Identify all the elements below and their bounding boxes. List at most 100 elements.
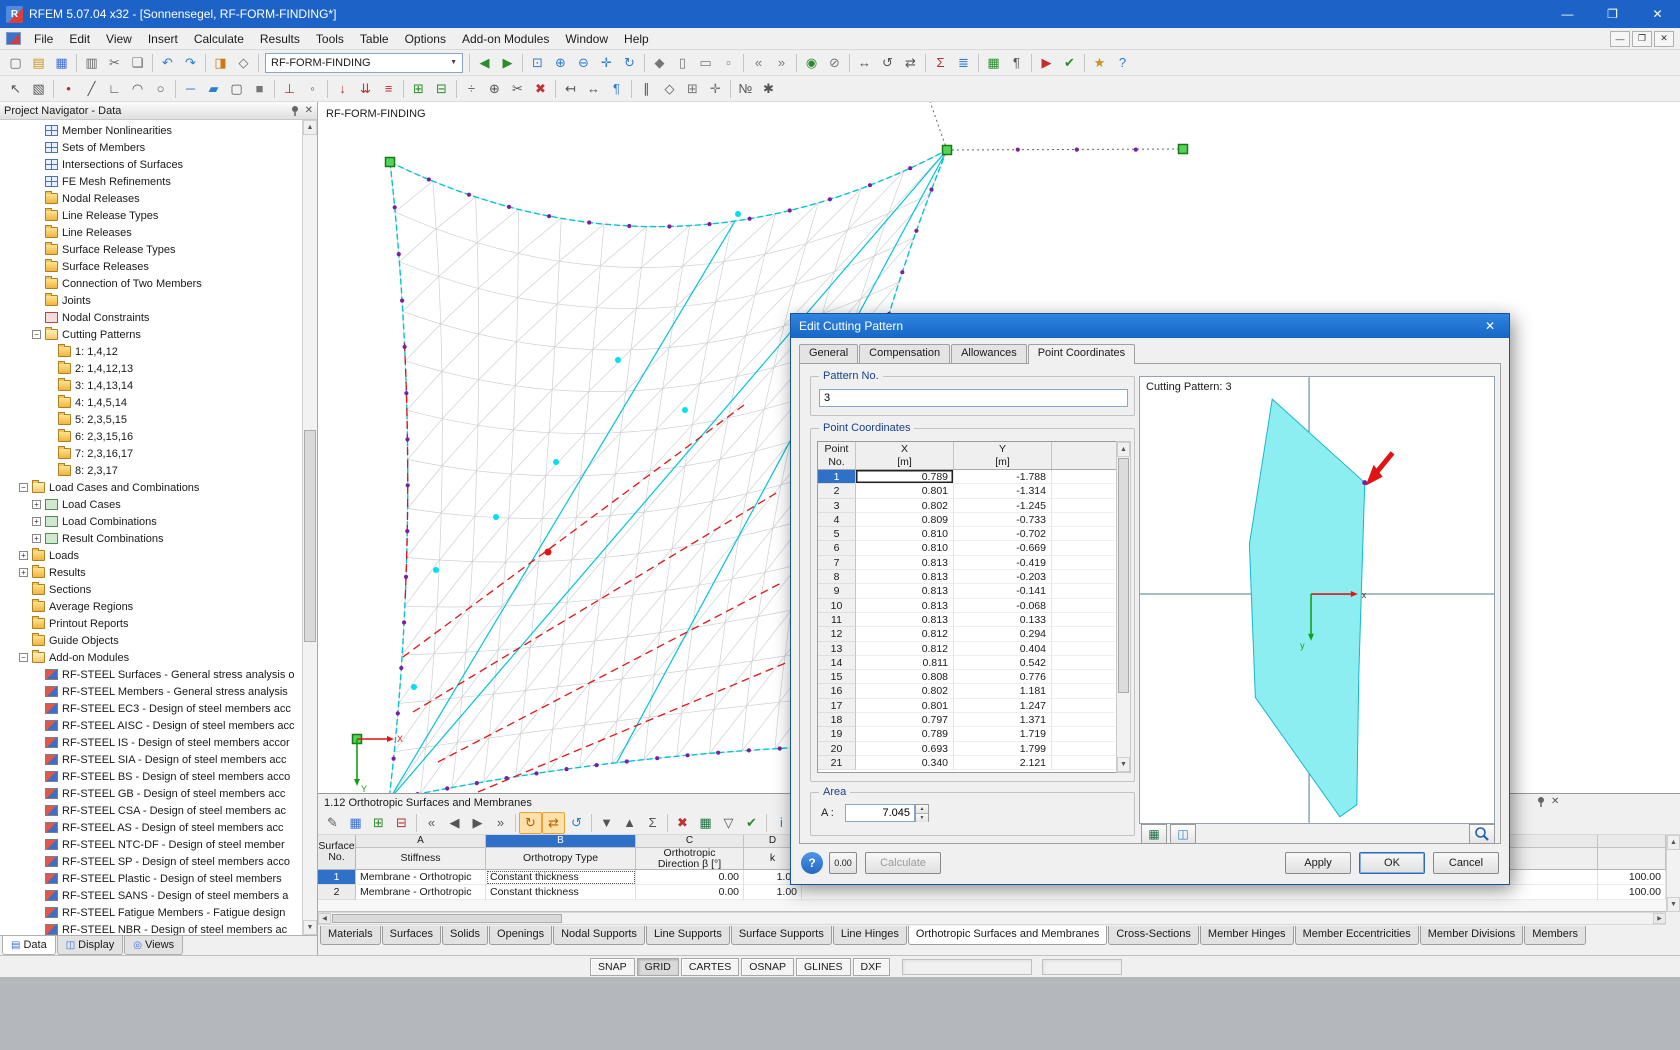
menu-results[interactable]: Results (252, 29, 308, 49)
x-value-cell[interactable]: 0.813 (856, 570, 954, 584)
cell[interactable]: Constant thickness (486, 870, 636, 885)
isometric-view-button[interactable]: ◆ (648, 52, 671, 74)
numbering-button[interactable]: № (734, 78, 757, 100)
row-number-cell[interactable]: 20 (818, 742, 856, 756)
view-in-z-button[interactable]: ▫ (717, 52, 740, 74)
select-arrow-button[interactable]: ↖ (4, 78, 27, 100)
tree-item-5-2-3-5-15[interactable]: 5: 2,3,5,15 (0, 411, 302, 428)
sync-selection-button[interactable]: ↻ (519, 812, 542, 834)
expand-icon[interactable]: + (32, 534, 41, 543)
tree-item-load-cases[interactable]: +Load Cases (0, 496, 302, 513)
delete-row-button[interactable]: ⊟ (390, 812, 413, 834)
cancel-button[interactable]: Cancel (1433, 852, 1499, 874)
x-value-cell[interactable]: 0.812 (856, 642, 954, 656)
dialog-help-button[interactable]: ? (801, 852, 823, 874)
start-calculation-button[interactable]: ▶ (1035, 52, 1058, 74)
dialog-tab-point-coordinates[interactable]: Point Coordinates (1028, 344, 1135, 364)
dialog-tab-general[interactable]: General (799, 344, 858, 363)
spin-down-icon[interactable]: ▼ (916, 814, 928, 822)
row-number-cell[interactable]: 5 (818, 527, 856, 541)
last-row-button[interactable]: » (489, 812, 512, 834)
navigator-tab-data[interactable]: ▤Data (2, 936, 56, 955)
tree-item-rf-steel-sp-design-of-steel-members-acco[interactable]: RF-STEEL SP - Design of steel members ac… (0, 853, 302, 870)
table-tab-orthotropic-surfaces-and-membranes[interactable]: Orthotropic Surfaces and Membranes (908, 926, 1107, 945)
insert-opening-button[interactable]: ▢ (225, 78, 248, 100)
point-row-13[interactable]: 130.8120.404 (818, 642, 1117, 656)
y-value-cell[interactable]: 0.133 (954, 613, 1052, 627)
menu-help[interactable]: Help (616, 29, 657, 49)
point-row-17[interactable]: 170.8011.247 (818, 699, 1117, 713)
dialog-tab-compensation[interactable]: Compensation (859, 344, 950, 363)
calculate-button[interactable]: Calculate (865, 852, 941, 874)
status-toggle-snap[interactable]: SNAP (590, 958, 635, 976)
y-value-cell[interactable]: -0.203 (954, 570, 1052, 584)
insert-polyline-button[interactable]: ∟ (103, 78, 126, 100)
navigator-tab-display[interactable]: ◫Display (57, 936, 124, 955)
table-tab-materials[interactable]: Materials (320, 926, 381, 945)
comment-button[interactable]: ¶ (605, 78, 628, 100)
close-button[interactable]: ✕ (1635, 0, 1680, 28)
tree-item-load-combinations[interactable]: +Load Combinations (0, 513, 302, 530)
tree-item-printout-reports[interactable]: Printout Reports (0, 615, 302, 632)
point-coordinates-table[interactable]: PointNo.X[m]Y[m]10.789-1.78820.801-1.314… (817, 441, 1118, 773)
line-hinge-button[interactable]: ◦ (301, 78, 324, 100)
point-row-11[interactable]: 110.8130.133 (818, 613, 1117, 627)
new-model-button[interactable]: ▢ (4, 52, 27, 74)
column-letter-a[interactable]: A (356, 835, 486, 848)
tree-item-surface-releases[interactable]: Surface Releases (0, 258, 302, 275)
insert-row-button[interactable]: ⊞ (367, 812, 390, 834)
tree-item-3-1-4-13-14[interactable]: 3: 1,4,13,14 (0, 377, 302, 394)
mdi-restore-button[interactable]: ❐ (1632, 31, 1652, 47)
tree-item-rf-steel-sans-design-of-steel-members-a[interactable]: RF-STEEL SANS - Design of steel members … (0, 887, 302, 904)
next-view-button[interactable]: » (770, 52, 793, 74)
x-value-cell[interactable]: 0.802 (856, 684, 954, 698)
table-tab-member-divisions[interactable]: Member Divisions (1420, 926, 1523, 945)
dialog-close-icon[interactable]: ✕ (1479, 319, 1501, 333)
snap-settings-button[interactable]: ✛ (704, 78, 727, 100)
tree-item-average-regions[interactable]: Average Regions (0, 598, 302, 615)
undo-button[interactable]: ↶ (156, 52, 179, 74)
rotate-view-button[interactable]: ↻ (618, 52, 641, 74)
maximize-button[interactable]: ❐ (1590, 0, 1635, 28)
status-toggle-cartes[interactable]: CARTES (681, 958, 739, 976)
table-view-button[interactable]: ▦ (344, 812, 367, 834)
zoom-out-button[interactable]: ⊖ (572, 52, 595, 74)
tree-item-rf-steel-as-design-of-steel-members-acc[interactable]: RF-STEEL AS - Design of steel members ac… (0, 819, 302, 836)
status-toggle-grid[interactable]: GRID (637, 958, 679, 976)
table-horizontal-scrollbar[interactable]: ◀ ▶ (318, 912, 1666, 925)
x-value-cell[interactable]: 0.789 (856, 470, 954, 484)
dialog-title-bar[interactable]: Edit Cutting Pattern ✕ (791, 314, 1509, 338)
tree-item-2-1-4-12-13[interactable]: 2: 1,4,12,13 (0, 360, 302, 377)
status-toggle-dxf[interactable]: DXF (853, 958, 890, 976)
nav-forward-button[interactable]: ▶ (496, 52, 519, 74)
collapse-icon[interactable]: − (19, 653, 28, 662)
preview-export-button[interactable]: ▦ (1141, 824, 1167, 844)
table-scrollbar[interactable]: ▲ ▼ (1116, 441, 1131, 773)
y-value-cell[interactable]: -0.419 (954, 556, 1052, 570)
previous-view-button[interactable]: « (747, 52, 770, 74)
export-excel-button[interactable]: ▦ (694, 812, 717, 834)
tree-item-rf-steel-fatigue-members-fatigue-design[interactable]: RF-STEEL Fatigue Members - Fatigue desig… (0, 904, 302, 921)
point-row-2[interactable]: 20.801-1.314 (818, 484, 1117, 498)
y-value-cell[interactable]: 0.776 (954, 670, 1052, 684)
calculation-button[interactable]: Σ (929, 52, 952, 74)
menu-calculate[interactable]: Calculate (186, 29, 252, 49)
y-value-cell[interactable]: -1.245 (954, 499, 1052, 513)
table-tab-nodal-supports[interactable]: Nodal Supports (553, 926, 645, 945)
minimize-button[interactable]: — (1545, 0, 1590, 28)
dialog-tab-allowances[interactable]: Allowances (951, 344, 1027, 363)
tree-item-rf-steel-nbr-design-of-steel-members-ac[interactable]: RF-STEEL NBR - Design of steel members a… (0, 921, 302, 935)
y-value-cell[interactable]: -0.669 (954, 541, 1052, 555)
tree-item-rf-steel-ntc-df-design-of-steel-member[interactable]: RF-STEEL NTC-DF - Design of steel member (0, 836, 302, 853)
decimal-places-button[interactable]: 0.00 (829, 852, 857, 874)
row-number-cell[interactable]: 8 (818, 570, 856, 584)
area-spinner[interactable]: ▲▼ (915, 804, 929, 822)
cell[interactable]: Membrane - Orthotropic (356, 885, 486, 900)
tree-item-sets-of-members[interactable]: Sets of Members (0, 139, 302, 156)
mesh-settings-button[interactable]: ⊟ (430, 78, 453, 100)
y-value-cell[interactable]: -0.068 (954, 599, 1052, 613)
scrollbar-thumb[interactable] (332, 914, 562, 923)
tree-item-rf-steel-members-general-stress-analysis[interactable]: RF-STEEL Members - General stress analys… (0, 683, 302, 700)
mirror-copy-button[interactable]: ⇄ (899, 52, 922, 74)
tree-item-connection-of-two-members[interactable]: Connection of Two Members (0, 275, 302, 292)
